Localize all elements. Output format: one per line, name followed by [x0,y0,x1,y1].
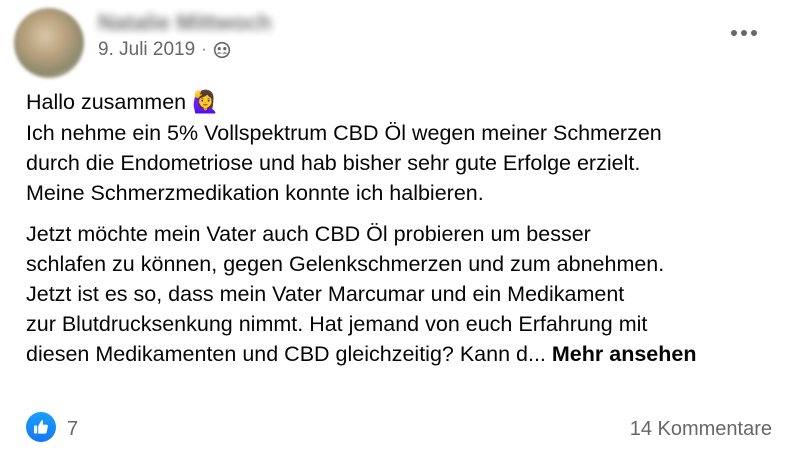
text-line: Meine Schmerzmedikation konnte ich halbi… [26,181,484,205]
text-line: Jetzt möchte mein Vater auch CBD Öl prob… [26,222,591,246]
see-more-link[interactable]: Mehr ansehen [552,342,697,366]
comments-count-link[interactable]: 14 Kommentare [630,418,772,441]
meta-separator: · [201,41,207,58]
text-line: zur Blutdrucksenkung nimmt. Hat jemand v… [26,312,648,336]
post-footer: 7 14 Kommentare [0,408,794,452]
text-line: Ich nehme ein 5% Vollspektrum CBD Öl weg… [26,121,662,145]
group-icon [213,41,231,59]
post-paragraph-1: Hallo zusammen 🙋‍♀️ Ich nehme ein 5% Vol… [26,87,786,208]
post-paragraph-2: Jetzt möchte mein Vater auch CBD Öl prob… [26,219,786,369]
author-name[interactable]: Natalie Mittwoch [98,10,328,34]
text-line: durch die Endometriose und hab bisher se… [26,151,641,175]
text-line: diesen Medikamenten und CBD gleichzeitig… [26,342,546,366]
more-options-icon[interactable] [724,18,764,48]
facebook-post: Natalie Mittwoch 9. Juli 2019 · Hallo zu… [0,0,794,464]
post-date[interactable]: 9. Juli 2019 [98,39,195,61]
like-icon[interactable] [26,412,56,442]
text-line: schlafen zu können, gegen Gelenkschmerze… [26,252,665,276]
text-line: Jetzt ist es so, dass mein Vater Marcuma… [26,282,625,306]
author-avatar[interactable] [14,8,84,78]
post-header: Natalie Mittwoch 9. Juli 2019 · [0,0,794,80]
post-text: Hallo zusammen 🙋‍♀️ Ich nehme ein 5% Vol… [26,87,786,369]
post-meta: 9. Juli 2019 · [98,38,231,62]
raising-hand-emoji-icon: 🙋‍♀️ [192,90,219,115]
reaction-count[interactable]: 7 [67,418,78,441]
greeting-text: Hallo zusammen [26,90,187,114]
